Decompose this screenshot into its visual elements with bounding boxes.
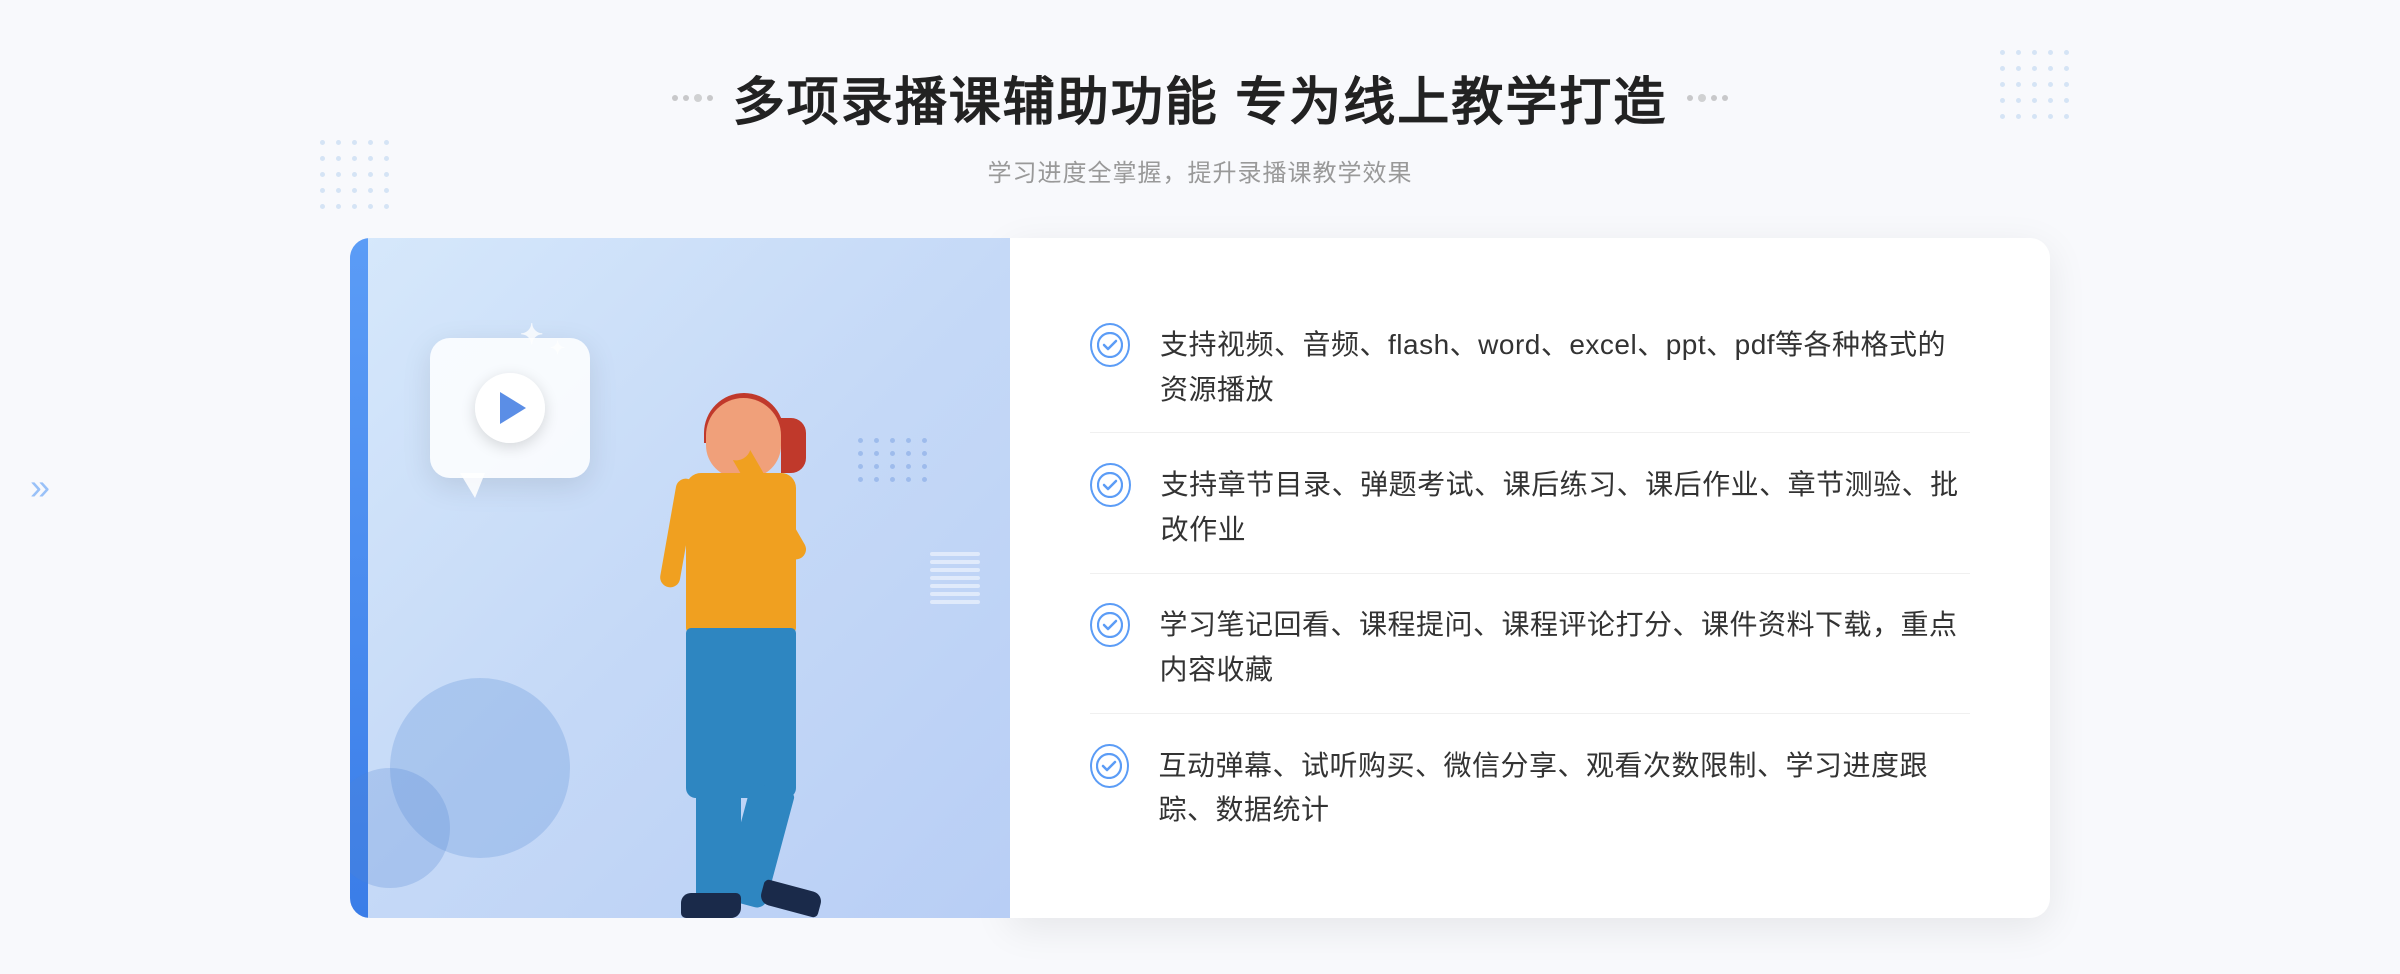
page-subtitle: 学习进度全掌握，提升录播课教学效果: [672, 153, 1728, 188]
page-title: 多项录播课辅助功能 专为线上教学打造: [733, 60, 1667, 135]
feature-item-4: 互动弹幕、试听购买、微信分享、观看次数限制、学习进度跟踪、数据统计: [1090, 724, 1970, 854]
left-arrow-decoration: »: [30, 466, 50, 508]
feature-text-3: 学习笔记回看、课程提问、课程评论打分、课件资料下载，重点内容收藏: [1160, 603, 1970, 693]
figure-pants: [686, 628, 796, 798]
info-panel: 支持视频、音频、flash、word、excel、ppt、pdf等各种格式的资源…: [1010, 238, 2050, 918]
figure-shoe-right: [759, 879, 823, 918]
title-decoration-right: [1687, 94, 1728, 102]
feature-text-2: 支持章节目录、弹题考试、课后练习、课后作业、章节测验、批改作业: [1161, 463, 1970, 553]
check-svg-2: [1097, 472, 1123, 498]
check-svg-4: [1096, 753, 1122, 779]
check-icon-3: [1090, 603, 1130, 647]
feature-text-4: 互动弹幕、试听购买、微信分享、观看次数限制、学习进度跟踪、数据统计: [1159, 744, 1970, 834]
check-svg-1: [1097, 332, 1123, 358]
sparkle-2: ✦: [550, 338, 565, 359]
figure-illustration: [596, 398, 876, 918]
figure-body: [686, 473, 796, 633]
feature-item-3: 学习笔记回看、课程提问、课程评论打分、课件资料下载，重点内容收藏: [1090, 583, 1970, 714]
illustration-lines: [930, 552, 980, 604]
check-icon-2: [1090, 463, 1131, 507]
feature-text-1: 支持视频、音频、flash、word、excel、ppt、pdf等各种格式的资源…: [1160, 323, 1970, 413]
title-row: 多项录播课辅助功能 专为线上教学打造: [672, 60, 1728, 135]
illustration-area: ✦ ✦: [350, 238, 1010, 918]
check-icon-4: [1090, 744, 1129, 788]
figure-hair-ponytail: [781, 418, 806, 473]
page-container: 多项录播课辅助功能 专为线上教学打造 学习进度全掌握，提升录播课教学效果 »: [0, 0, 2400, 974]
main-content: ✦ ✦: [350, 238, 2050, 918]
play-bubble: [430, 338, 590, 478]
check-svg-3: [1097, 612, 1123, 638]
decorative-dots-left: [320, 140, 400, 220]
decorative-dots-right: [2000, 50, 2080, 130]
check-icon-1: [1090, 323, 1130, 367]
play-button: [475, 373, 545, 443]
sparkle-1: ✦: [520, 318, 543, 351]
figure-shoe-left: [681, 893, 741, 918]
play-triangle-icon: [500, 392, 526, 424]
title-decoration-left: [672, 94, 713, 102]
feature-item-1: 支持视频、音频、flash、word、excel、ppt、pdf等各种格式的资源…: [1090, 303, 1970, 434]
header-section: 多项录播课辅助功能 专为线上教学打造 学习进度全掌握，提升录播课教学效果: [672, 60, 1728, 188]
feature-item-2: 支持章节目录、弹题考试、课后练习、课后作业、章节测验、批改作业: [1090, 443, 1970, 574]
